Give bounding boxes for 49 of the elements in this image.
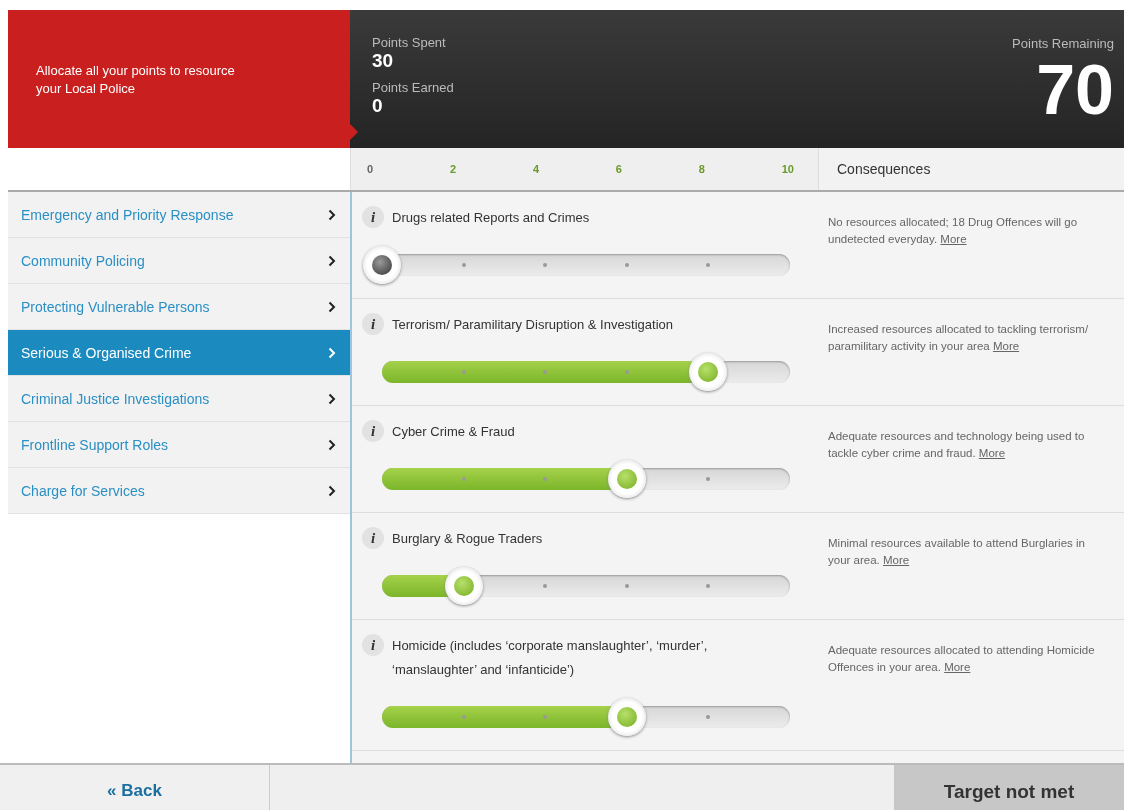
- category-title: Terrorism/ Paramilitary Disruption & Investigation: [392, 316, 674, 334]
- consequence-text: Minimal resources available to attend Burglaries in your area. More: [827, 536, 1086, 568]
- sidebar-item[interactable]: Charge for Services: [8, 468, 350, 514]
- consequence-text: No resources allocated; 18 Drug Offences will go undetected everyday. More: [827, 215, 1079, 247]
- chevron-icon: [328, 300, 336, 313]
- consequence-text: Adequate resources and technology being used to tackle cyber crime and fraud. More: [827, 429, 1086, 461]
- more-link[interactable]: More: [944, 661, 971, 673]
- more-link[interactable]: More: [940, 233, 967, 245]
- info-button[interactable]: i: [362, 206, 384, 228]
- category-title: Homicide (includes ‘corporate manslaughter’, ‘murder’, ‘manslaughter’ and ‘infanticide’): [392, 637, 709, 679]
- scale-tick: 10: [781, 163, 794, 175]
- sidebar-item[interactable]: Serious & Organised Crime: [8, 330, 350, 376]
- chevron-icon: [328, 438, 336, 451]
- scale-tick: 4: [532, 163, 539, 175]
- points-remaining-label: Points Remaining: [1012, 36, 1114, 51]
- chevron-icon: [328, 484, 336, 497]
- category-title: Drugs related Reports and Crimes: [392, 209, 590, 227]
- sidebar-item[interactable]: Protecting Vulnerable Persons: [8, 284, 350, 330]
- sidebar-item[interactable]: Criminal Justice Investigations: [8, 376, 350, 422]
- more-link[interactable]: More: [883, 554, 910, 566]
- consequence-text: Increased resources allocated to tackling terrorism/ paramilitary activity in your area More: [827, 322, 1090, 354]
- scale-tick: 0: [367, 163, 374, 175]
- info-button[interactable]: i: [362, 420, 384, 442]
- category-title: Cyber Crime & Fraud: [392, 423, 515, 441]
- scale-tick: 8: [698, 163, 705, 175]
- sidebar-item[interactable]: Frontline Support Roles: [8, 422, 350, 468]
- points-spent-label: Points Spent: [372, 35, 447, 50]
- consequence-text: Adequate resources allocated to attending Homicide Offences in your area. More: [827, 643, 1096, 675]
- more-link[interactable]: More: [992, 340, 1020, 352]
- points-spent-value: 30: [372, 50, 395, 72]
- points-earned-label: Points Earned: [372, 80, 454, 95]
- points-earned-value: 0: [372, 95, 384, 117]
- scale-tick: 6: [615, 163, 622, 175]
- chevron-icon: [328, 208, 336, 221]
- more-link[interactable]: More: [978, 447, 1006, 459]
- consequences-heading: Consequences: [818, 148, 1124, 190]
- info-button[interactable]: i: [362, 634, 384, 656]
- info-button[interactable]: i: [362, 527, 384, 549]
- category-title: Burglary & Rogue Traders: [392, 530, 543, 548]
- target-status: Target not met: [894, 765, 1124, 810]
- sidebar-item[interactable]: Community Policing: [8, 238, 350, 284]
- sidebar-item[interactable]: Emergency and Priority Response: [8, 192, 350, 238]
- points-remaining-value: 70: [1036, 55, 1114, 125]
- scale-tick: 2: [449, 163, 457, 175]
- chevron-icon: [328, 346, 336, 359]
- instruction-text: Allocate all your points to resource your Local Police: [36, 62, 236, 98]
- info-button[interactable]: i: [362, 313, 384, 335]
- chevron-icon: [328, 254, 336, 267]
- chevron-icon: [328, 392, 336, 405]
